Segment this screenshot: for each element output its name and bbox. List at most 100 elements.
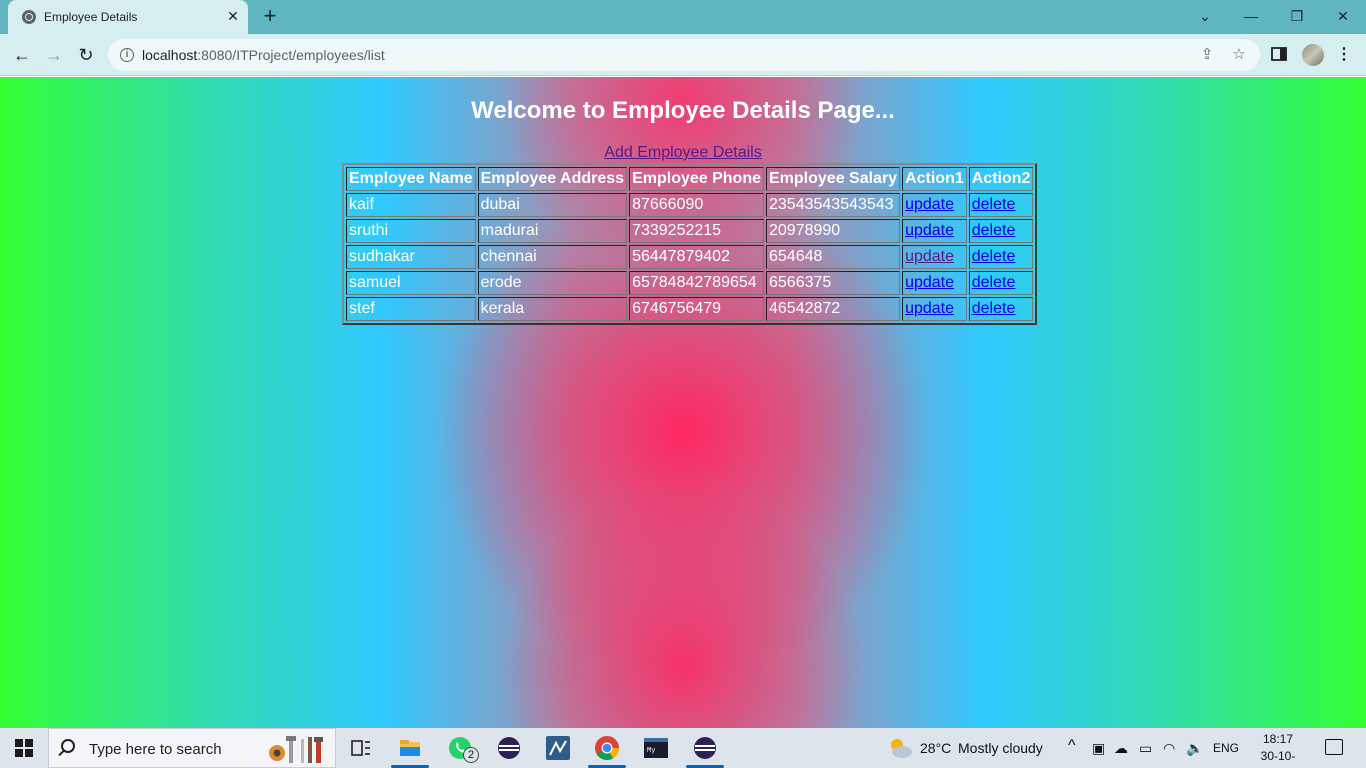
column-header: Employee Phone — [629, 167, 764, 191]
action1-cell: update — [902, 271, 967, 295]
browser-toolbar: ← → ↻ i localhost:8080/ITProject/employe… — [0, 34, 1366, 76]
reload-button[interactable]: ↻ — [74, 43, 98, 67]
forward-button[interactable]: → — [42, 43, 66, 67]
column-header: Action1 — [902, 167, 967, 191]
update-link[interactable]: update — [905, 196, 954, 213]
employee-address-cell: erode — [477, 271, 628, 295]
mysql-shell-icon[interactable]: My — [643, 735, 669, 761]
employee-name-cell: sruthi — [346, 219, 476, 243]
employee-phone-cell: 56447879402 — [629, 245, 764, 269]
windows-start-icon[interactable] — [15, 739, 33, 757]
employee-phone-cell: 6746756479 — [629, 297, 764, 321]
update-link[interactable]: update — [905, 248, 954, 265]
notification-center-icon[interactable] — [1325, 739, 1343, 755]
column-header: Action2 — [968, 167, 1034, 191]
employee-name-cell: sudhakar — [346, 245, 476, 269]
action1-cell: update — [902, 297, 967, 321]
minimize-button[interactable]: — — [1236, 4, 1266, 28]
page-title: Welcome to Employee Details Page... — [471, 97, 895, 124]
back-button[interactable]: ← — [10, 43, 34, 67]
search-icon — [61, 739, 75, 753]
delete-link[interactable]: delete — [972, 222, 1016, 239]
employee-name-cell: samuel — [346, 271, 476, 295]
globe-icon — [22, 10, 36, 24]
windows-taskbar: Type here to search 2 My 28°C Mostly clo… — [0, 728, 1366, 768]
action2-cell: delete — [968, 219, 1034, 243]
tools-illustration-icon — [269, 736, 323, 763]
action1-cell: update — [902, 245, 967, 269]
url-text[interactable]: localhost:8080/ITProject/employees/list — [142, 47, 385, 63]
update-link[interactable]: update — [905, 274, 954, 291]
table-row: sruthi madurai 7339252215 20978990 updat… — [346, 219, 1034, 243]
close-window-button[interactable]: ✕ — [1328, 4, 1358, 28]
language-indicator[interactable]: ENG — [1213, 741, 1239, 755]
mysql-workbench-icon[interactable] — [545, 735, 571, 761]
employee-address-cell: madurai — [477, 219, 628, 243]
browser-menu-icon[interactable]: ⋮ — [1336, 44, 1352, 66]
employee-name-cell: kaif — [346, 193, 476, 217]
browser-titlebar: Employee Details ✕ + ⌄ — ❐ ✕ — [0, 0, 1366, 34]
whatsapp-icon[interactable]: 2 — [447, 735, 479, 763]
employee-name-cell: stef — [346, 297, 476, 321]
employee-address-cell: kerala — [477, 297, 628, 321]
employee-address-cell: dubai — [477, 193, 628, 217]
battery-icon[interactable]: ▭ — [1139, 740, 1152, 757]
close-tab-icon[interactable]: ✕ — [224, 7, 242, 25]
site-info-icon[interactable]: i — [120, 48, 134, 62]
table-row: sudhakar chennai 56447879402 654648 upda… — [346, 245, 1034, 269]
eclipse-icon[interactable] — [496, 735, 522, 761]
action2-cell: delete — [968, 245, 1034, 269]
action2-cell: delete — [968, 297, 1034, 321]
column-header: Employee Address — [477, 167, 628, 191]
task-view-icon[interactable] — [348, 735, 374, 761]
employee-address-cell: chennai — [477, 245, 628, 269]
weather-cloud-icon[interactable] — [886, 736, 914, 763]
new-tab-button[interactable]: + — [258, 5, 282, 29]
delete-link[interactable]: delete — [972, 196, 1016, 213]
chrome-icon[interactable] — [588, 735, 626, 768]
onedrive-cloud-icon[interactable]: ☁ — [1114, 740, 1128, 757]
employee-salary-cell: 20978990 — [766, 219, 901, 243]
taskbar-search-placeholder: Type here to search — [89, 741, 222, 758]
add-employee-container: Add Employee Details — [0, 144, 1366, 162]
volume-icon[interactable]: 🔈 — [1186, 740, 1203, 757]
side-panel-icon[interactable] — [1271, 46, 1289, 64]
profile-avatar[interactable] — [1302, 44, 1324, 66]
table-header-row: Employee Name Employee Address Employee … — [346, 167, 1034, 191]
restore-button[interactable]: ❐ — [1282, 4, 1312, 28]
share-icon[interactable]: ⇪ — [1198, 46, 1216, 64]
add-employee-link[interactable]: Add Employee Details — [604, 144, 761, 161]
delete-link[interactable]: delete — [972, 300, 1016, 317]
weather-description[interactable]: Mostly cloudy — [958, 740, 1043, 756]
employee-phone-cell: 65784842789654 — [629, 271, 764, 295]
employee-salary-cell: 23543543543543 — [766, 193, 901, 217]
employee-salary-cell: 6566375 — [766, 271, 901, 295]
eclipse-ide-icon[interactable] — [686, 735, 724, 768]
table-row: samuel erode 65784842789654 6566375 upda… — [346, 271, 1034, 295]
whatsapp-badge: 2 — [463, 747, 479, 763]
taskbar-search-box[interactable]: Type here to search — [48, 728, 336, 768]
employee-table: Employee Name Employee Address Employee … — [342, 163, 1038, 325]
clock-time: 18:17 — [1262, 732, 1294, 746]
file-explorer-icon[interactable] — [391, 735, 429, 768]
employee-salary-cell: 46542872 — [766, 297, 901, 321]
wifi-icon[interactable]: ◠ — [1163, 740, 1175, 757]
page-viewport: Welcome to Employee Details Page... Add … — [0, 77, 1366, 728]
bookmark-star-icon[interactable]: ☆ — [1230, 46, 1248, 64]
weather-temperature[interactable]: 28°C — [920, 740, 951, 756]
delete-link[interactable]: delete — [972, 248, 1016, 265]
clock-date: 30-10-2023 — [1260, 749, 1296, 768]
taskbar-clock[interactable]: 18:17 30-10-2023 — [1248, 731, 1308, 768]
action2-cell: delete — [968, 271, 1034, 295]
update-link[interactable]: update — [905, 222, 954, 239]
tab-search-chevron-icon[interactable]: ⌄ — [1190, 4, 1220, 28]
action2-cell: delete — [968, 193, 1034, 217]
employee-phone-cell: 87666090 — [629, 193, 764, 217]
address-bar[interactable]: i localhost:8080/ITProject/employees/lis… — [108, 39, 1260, 71]
tab-title: Employee Details — [44, 10, 138, 24]
delete-link[interactable]: delete — [972, 274, 1016, 291]
meet-now-icon[interactable]: ▣ — [1092, 740, 1105, 757]
browser-tab[interactable]: Employee Details ✕ — [8, 0, 248, 34]
show-hidden-icons-chevron-icon[interactable]: ^ — [1068, 737, 1076, 755]
update-link[interactable]: update — [905, 300, 954, 317]
